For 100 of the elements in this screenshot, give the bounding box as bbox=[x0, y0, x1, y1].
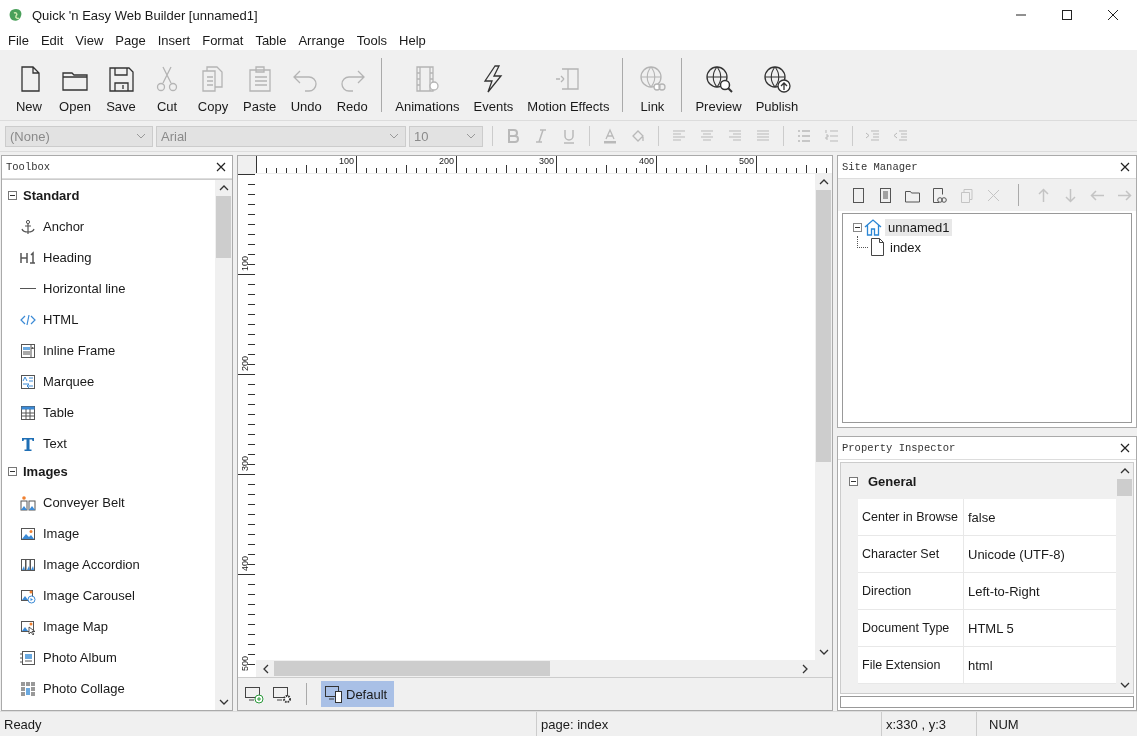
scrollbar-thumb[interactable] bbox=[274, 661, 550, 676]
close-icon[interactable] bbox=[1120, 162, 1130, 172]
text-icon bbox=[20, 435, 36, 452]
tree-item[interactable]: unnamed1 bbox=[885, 218, 953, 236]
menu-item[interactable]: Table bbox=[249, 32, 293, 48]
chevron-down-icon bbox=[466, 132, 476, 140]
property-name: Character Set bbox=[858, 536, 964, 572]
menu-item[interactable]: Insert bbox=[151, 32, 197, 48]
toolbox-category[interactable]: Standard bbox=[8, 180, 215, 211]
toolbox-item[interactable]: Horizontal line bbox=[8, 273, 215, 304]
toolbox-item[interactable]: Image Accordion bbox=[8, 549, 215, 580]
status-text: Ready bbox=[0, 712, 537, 736]
property-name: File Extension bbox=[858, 647, 964, 683]
breakpoint-button[interactable]: Default bbox=[321, 681, 395, 707]
toolbar-button[interactable]: New bbox=[6, 50, 52, 120]
album-icon bbox=[20, 649, 36, 666]
maximize-icon[interactable] bbox=[1062, 10, 1072, 20]
ruler-label: 100 bbox=[240, 256, 250, 272]
scrollbar-thumb[interactable] bbox=[1117, 479, 1132, 496]
ruler-label: 100 bbox=[337, 156, 354, 166]
toolbar-button[interactable]: Open bbox=[52, 50, 98, 120]
scrollbar-thumb[interactable] bbox=[816, 190, 831, 462]
toolbox-item[interactable]: Marquee bbox=[8, 366, 215, 397]
chevron-down-icon bbox=[136, 132, 146, 140]
menu-item[interactable]: Edit bbox=[34, 32, 70, 48]
ruler-label: 300 bbox=[240, 456, 250, 472]
scroll-down-icon[interactable] bbox=[218, 698, 229, 706]
toolbox-item[interactable]: Photo Collage bbox=[8, 673, 215, 704]
toolbox-item[interactable]: Image bbox=[8, 518, 215, 549]
toolbox-item[interactable]: Conveyer Belt bbox=[8, 487, 215, 518]
property-name: Document Type bbox=[858, 610, 964, 646]
menu-item[interactable]: File bbox=[2, 32, 35, 48]
scroll-up-icon[interactable] bbox=[218, 184, 229, 192]
close-icon[interactable] bbox=[1108, 10, 1118, 20]
panel-title: Toolbox bbox=[6, 161, 51, 173]
property-value[interactable]: html bbox=[964, 647, 1116, 683]
toolbar-button[interactable]: Publish bbox=[748, 50, 806, 120]
property-value[interactable]: HTML 5 bbox=[964, 610, 1116, 646]
toolbox-item[interactable]: Image Map bbox=[8, 611, 215, 642]
toolbox-item[interactable]: HTML bbox=[8, 304, 215, 335]
scroll-right-icon[interactable] bbox=[801, 663, 809, 674]
menu-item[interactable]: Format bbox=[196, 32, 250, 48]
property-value[interactable]: false bbox=[964, 499, 1116, 535]
toolbar-button[interactable]: Preview bbox=[688, 50, 749, 120]
property-value[interactable]: Left-to-Right bbox=[964, 573, 1116, 609]
scroll-left-icon[interactable] bbox=[262, 663, 270, 674]
close-icon[interactable] bbox=[216, 162, 226, 172]
add-screen-icon[interactable] bbox=[244, 684, 264, 704]
scrollbar-thumb[interactable] bbox=[216, 196, 231, 258]
toolbox-item[interactable]: Photo Album bbox=[8, 642, 215, 673]
menu-item[interactable]: Help bbox=[393, 32, 432, 48]
page-icon bbox=[870, 237, 885, 257]
menu-item[interactable]: View bbox=[69, 32, 110, 48]
marquee-icon bbox=[20, 373, 36, 390]
tree-item[interactable]: index bbox=[887, 238, 925, 256]
scroll-up-icon[interactable] bbox=[1119, 467, 1130, 475]
horizontal-line-icon bbox=[20, 287, 36, 290]
toolbox-item[interactable]: Table bbox=[8, 397, 215, 428]
app-logo-icon bbox=[8, 7, 24, 23]
ruler-label: 400 bbox=[637, 156, 654, 166]
menu-item[interactable]: Arrange bbox=[292, 32, 351, 48]
property-name: Direction bbox=[858, 573, 964, 609]
frame-icon bbox=[20, 342, 36, 359]
status-text: page: index bbox=[537, 712, 882, 736]
toolbox-item[interactable]: Heading bbox=[8, 242, 215, 273]
picture-icon bbox=[20, 525, 36, 542]
devices-icon bbox=[324, 684, 343, 704]
window-title: Quick 'n Easy Web Builder [unnamed1] bbox=[32, 7, 259, 23]
ruler-label: 500 bbox=[737, 156, 754, 166]
scroll-up-icon[interactable] bbox=[818, 178, 829, 186]
panel-title: Property Inspector bbox=[842, 442, 956, 454]
ruler-label: 200 bbox=[240, 356, 250, 372]
toolbox-category[interactable]: Images bbox=[8, 456, 215, 487]
toolbar-button[interactable]: Events bbox=[466, 50, 521, 120]
toolbox-item[interactable]: Anchor bbox=[8, 211, 215, 242]
ruler-label: 200 bbox=[437, 156, 454, 166]
close-icon[interactable] bbox=[1120, 443, 1130, 453]
property-name: Center in Browse bbox=[858, 499, 964, 535]
menu-item[interactable]: Page bbox=[109, 32, 152, 48]
screen-gear-icon[interactable] bbox=[272, 684, 292, 704]
anchor-icon bbox=[20, 218, 36, 235]
carousel-icon bbox=[20, 587, 36, 604]
blank-page-icon[interactable] bbox=[850, 186, 867, 204]
toolbar-button[interactable]: Save bbox=[98, 50, 144, 120]
toolbox-item[interactable]: Text bbox=[8, 428, 215, 459]
toolbox-item[interactable]: Image Carousel bbox=[8, 580, 215, 611]
house-icon bbox=[863, 218, 883, 236]
scroll-down-icon[interactable] bbox=[818, 648, 829, 656]
menu-item[interactable]: Tools bbox=[350, 32, 394, 48]
chevron-down-icon bbox=[389, 132, 399, 140]
collapse-icon[interactable] bbox=[853, 222, 862, 232]
property-value[interactable]: Unicode (UTF-8) bbox=[964, 536, 1116, 572]
ruler-label: 400 bbox=[240, 556, 250, 572]
table-icon bbox=[20, 404, 36, 421]
collage-icon bbox=[20, 680, 36, 697]
toolbox-item[interactable]: Inline Frame bbox=[8, 335, 215, 366]
page-link-icon[interactable] bbox=[931, 186, 948, 204]
status-text: NUM bbox=[988, 715, 1020, 734]
document-icon[interactable] bbox=[877, 186, 894, 204]
scroll-down-icon[interactable] bbox=[1119, 681, 1130, 689]
